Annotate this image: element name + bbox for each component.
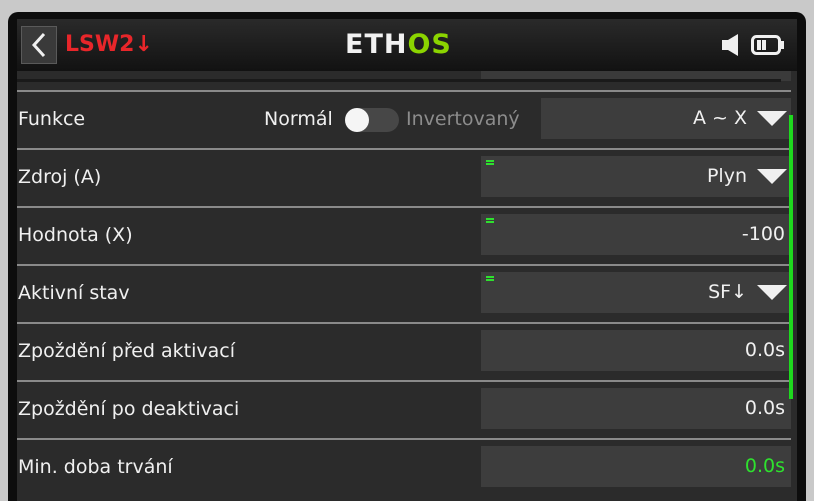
battery-icon[interactable] <box>751 35 785 55</box>
dropdown-arrow-icon <box>757 285 787 300</box>
active-state-select[interactable]: SF↓ <box>481 272 791 313</box>
divider <box>17 148 791 150</box>
row-delay-on: Zpoždění před aktivací 0.0s <box>17 322 791 380</box>
min-duration-field[interactable]: 0.0s <box>481 446 791 487</box>
invert-toggle[interactable] <box>345 108 399 132</box>
row-min-duration: Min. doba trvání 0.0s <box>17 438 791 496</box>
divider <box>17 206 791 208</box>
select-value: SF↓ <box>708 281 747 303</box>
page-title: LSW2↓ <box>65 32 153 57</box>
row-active-state: Aktivní stav SF↓ <box>17 264 791 322</box>
divider <box>17 322 791 324</box>
dropdown-arrow-icon <box>757 111 787 126</box>
function-select[interactable]: A ~ X <box>541 98 791 139</box>
field-value: 0.0s <box>744 339 785 361</box>
field-value: 0.0s <box>744 455 785 477</box>
source-select[interactable]: Plyn <box>481 156 791 197</box>
divider <box>17 380 791 382</box>
divider <box>17 438 791 440</box>
field-value: -100 <box>741 223 785 245</box>
back-button[interactable] <box>21 26 57 64</box>
row-label: Zpoždění po deaktivaci <box>18 398 240 420</box>
delay-off-field[interactable]: 0.0s <box>481 388 791 429</box>
divider <box>17 264 791 266</box>
toggle-knob <box>345 108 369 132</box>
divider <box>17 90 791 92</box>
row-label: Zdroj (A) <box>18 166 102 188</box>
menu-lines-icon <box>486 276 494 283</box>
row-label: Funkce <box>18 108 86 130</box>
row-delay-off: Zpoždění po deaktivaci 0.0s <box>17 380 791 438</box>
menu-lines-icon <box>486 160 494 167</box>
header-bar: LSW2↓ ETHOS <box>17 19 797 71</box>
divider <box>17 79 781 82</box>
menu-lines-icon <box>486 218 494 225</box>
row-label: Hodnota (X) <box>18 224 133 246</box>
screen: LSW2↓ ETHOS Funkce Normál Invertovaný A … <box>17 19 797 501</box>
select-value: A ~ X <box>692 107 747 129</box>
row-value: Hodnota (X) -100 <box>17 206 791 264</box>
value-field[interactable]: -100 <box>481 214 791 255</box>
row-source: Zdroj (A) Plyn <box>17 148 791 206</box>
back-chevron-icon <box>31 32 46 58</box>
ethos-logo: ETHOS <box>345 29 452 60</box>
row-label: Min. doba trvání <box>18 456 173 478</box>
speaker-icon[interactable] <box>720 33 744 57</box>
row-label: Aktivní stav <box>18 282 130 304</box>
dropdown-arrow-icon <box>757 169 787 184</box>
option-inverted[interactable]: Invertovaný <box>406 106 520 132</box>
delay-on-field[interactable]: 0.0s <box>481 330 791 371</box>
row-function: Funkce Normál Invertovaný A ~ X <box>17 90 791 148</box>
field-value: 0.0s <box>744 397 785 419</box>
option-normal[interactable]: Normál <box>264 106 333 132</box>
row-label: Zpoždění před aktivací <box>18 340 236 362</box>
select-value: Plyn <box>706 165 747 187</box>
scrollbar[interactable] <box>789 115 793 399</box>
